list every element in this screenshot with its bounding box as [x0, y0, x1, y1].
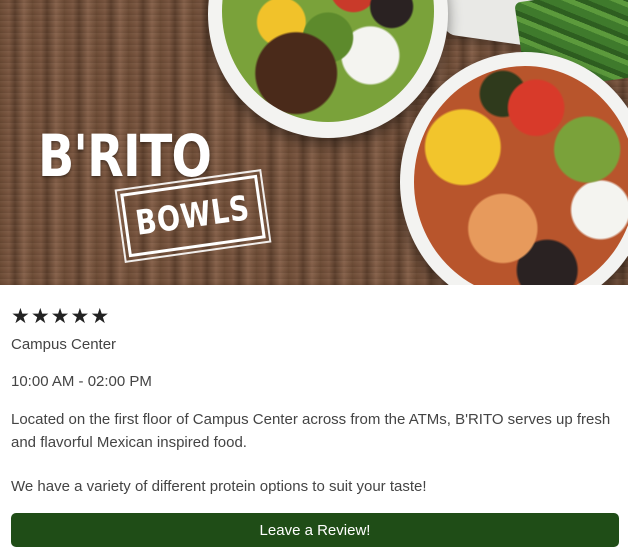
location-text: Campus Center — [11, 336, 117, 353]
star-icon: ★ — [11, 304, 31, 328]
hero-image: B'RITO BOWLS — [0, 0, 628, 285]
star-rating: ★★★★★ — [11, 300, 619, 332]
star-icon: ★ — [70, 304, 91, 328]
hours-text: 10:00 AM - 02:00 PM — [11, 373, 152, 390]
restaurant-card: B'RITO BOWLS ★★★★★ Campus Center 10:00 A… — [0, 0, 628, 559]
logo-stamp-text: BOWLS — [133, 188, 253, 244]
card-content: ★★★★★ Campus Center 10:00 AM - 02:00 PM … — [11, 300, 619, 495]
star-icon: ★ — [50, 304, 71, 328]
star-icon: ★ — [90, 304, 111, 328]
logo-title: B'RITO — [38, 122, 212, 190]
brito-logo: B'RITO BOWLS — [38, 122, 272, 264]
description-text-2: We have a variety of different protein o… — [11, 478, 427, 495]
description-text: Located on the first floor of Campus Cen… — [11, 411, 611, 451]
star-icon: ★ — [30, 304, 51, 328]
bowl-2-food — [414, 66, 628, 285]
leave-review-button[interactable]: Leave a Review! — [11, 513, 619, 547]
